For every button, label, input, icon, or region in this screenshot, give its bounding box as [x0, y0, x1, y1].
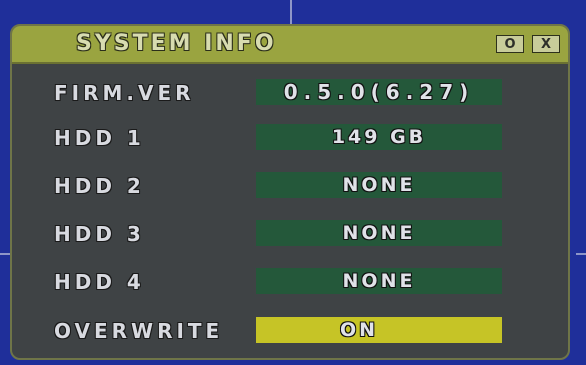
hdd-1-row: HDD 1 149 GB [12, 123, 568, 153]
overwrite-value: ON [339, 319, 379, 341]
firmware-version-label: FIRM.VER [54, 81, 195, 105]
ok-button[interactable]: O [496, 35, 524, 53]
hdd-4-value: NONE [256, 268, 502, 294]
overwrite-label: OVERWRITE [54, 319, 224, 343]
hdd-2-row: HDD 2 NONE [12, 171, 568, 201]
hdd-1-label: HDD 1 [54, 126, 145, 150]
close-button[interactable]: X [532, 35, 560, 53]
osd-screen: SYSTEM INFO O X FIRM.VER 0.5.0(6.27) HDD… [0, 0, 586, 365]
crosshair-line [576, 253, 586, 255]
hdd-3-row: HDD 3 NONE [12, 219, 568, 249]
window-title: SYSTEM INFO [76, 31, 277, 56]
title-bar: SYSTEM INFO O X [12, 26, 568, 64]
hdd-1-value: 149 GB [256, 124, 502, 150]
firmware-version-value: 0.5.0(6.27) [256, 79, 502, 105]
system-info-window: SYSTEM INFO O X FIRM.VER 0.5.0(6.27) HDD… [10, 24, 570, 360]
hdd-4-row: HDD 4 NONE [12, 267, 568, 297]
crosshair-line [0, 253, 10, 255]
firmware-version-row: FIRM.VER 0.5.0(6.27) [12, 78, 568, 108]
hdd-4-label: HDD 4 [54, 270, 145, 294]
overwrite-row: OVERWRITE ON [12, 316, 568, 346]
hdd-3-value: NONE [256, 220, 502, 246]
overwrite-toggle[interactable]: ON [256, 317, 502, 343]
hdd-3-label: HDD 3 [54, 222, 145, 246]
hdd-2-label: HDD 2 [54, 174, 145, 198]
hdd-2-value: NONE [256, 172, 502, 198]
